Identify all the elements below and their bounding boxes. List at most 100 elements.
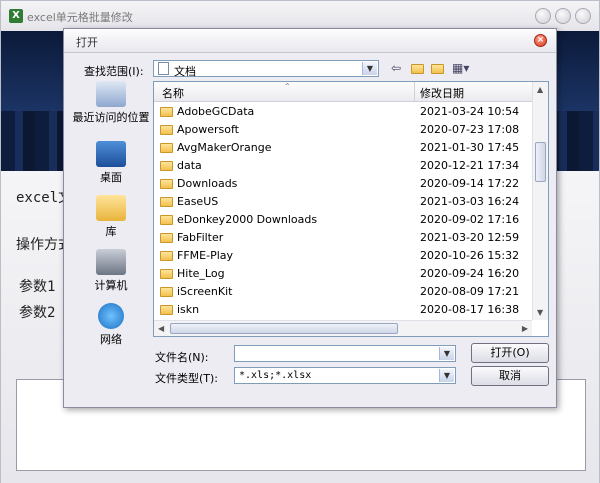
file-name-cell: iskn xyxy=(160,303,199,316)
file-name-cell: AvgMakerOrange xyxy=(160,141,272,154)
horizontal-scroll-thumb[interactable] xyxy=(170,323,398,334)
file-name-cell: EaseUS xyxy=(160,195,218,208)
file-name: AvgMakerOrange xyxy=(177,141,272,154)
file-modified: 2021-01-30 17:45 xyxy=(420,141,520,154)
filetype-dropdown-arrow[interactable]: ▼ xyxy=(439,369,454,382)
file-row[interactable]: AvgMakerOrange 2021-01-30 17:45 xyxy=(154,138,532,156)
computer-icon xyxy=(96,249,126,275)
file-modified: 2020-09-02 17:16 xyxy=(420,213,520,226)
new-folder-icon[interactable] xyxy=(431,61,444,75)
file-modified: 2021-03-24 10:54 xyxy=(420,105,520,118)
scroll-up-arrow[interactable]: ▲ xyxy=(537,85,543,94)
back-arrow-icon[interactable]: ⇦ xyxy=(391,61,401,75)
open-button[interactable]: 打开(O) xyxy=(471,343,549,363)
view-menu-icon[interactable]: ▦▾ xyxy=(452,61,469,75)
param2-label: 参数2 xyxy=(19,305,56,321)
file-row[interactable]: Apowersoft 2020-07-23 17:08 xyxy=(154,120,532,138)
file-name-cell: FFME-Play xyxy=(160,249,233,262)
filetype-select[interactable]: *.xls;*.xlsx ▼ xyxy=(234,367,456,384)
file-name-cell: iScreenKit xyxy=(160,285,232,298)
file-name: iScreenKit xyxy=(177,285,233,298)
file-name: data xyxy=(177,159,202,172)
places-bar: 最近访问的位置 桌面 库 计算机 网络 xyxy=(72,81,150,351)
place-desktop[interactable]: 桌面 xyxy=(72,141,150,185)
file-name-cell: eDonkey2000 Downloads xyxy=(160,213,317,226)
folder-icon xyxy=(160,107,173,117)
place-network-label: 网络 xyxy=(100,333,122,346)
place-library-label: 库 xyxy=(105,225,117,238)
file-modified: 2020-12-21 17:34 xyxy=(420,159,520,172)
scroll-down-arrow[interactable]: ▼ xyxy=(537,308,543,317)
file-row[interactable]: AdobeGCData 2021-03-24 10:54 xyxy=(154,102,532,120)
filetype-value: *.xls;*.xlsx xyxy=(239,370,312,381)
file-modified: 2020-09-24 16:20 xyxy=(420,267,520,280)
place-desktop-label: 桌面 xyxy=(100,171,122,184)
dialog-title: 打开 xyxy=(76,36,98,49)
look-in-value: 文档 xyxy=(174,65,196,78)
folder-icon xyxy=(160,233,173,243)
scroll-right-arrow[interactable]: ▶ xyxy=(522,324,528,333)
folder-icon xyxy=(160,287,173,297)
place-computer-label: 计算机 xyxy=(94,279,128,292)
place-recent-label: 最近访问的位置 xyxy=(72,111,150,124)
file-name: FFME-Play xyxy=(177,249,234,262)
documents-folder-icon xyxy=(158,62,169,75)
file-name-cell: AdobeGCData xyxy=(160,105,254,118)
column-header-name[interactable]: 名称 xyxy=(162,85,184,101)
folder-icon xyxy=(160,125,173,135)
file-row[interactable]: iScreenKit 2020-08-09 17:21 xyxy=(154,282,532,300)
file-row[interactable]: Hite_Log 2020-09-24 16:20 xyxy=(154,264,532,282)
network-icon xyxy=(98,303,124,329)
look-in-dropdown-arrow[interactable]: ▼ xyxy=(362,62,377,75)
file-modified: 2021-03-20 12:59 xyxy=(420,231,520,244)
file-name-cell: Hite_Log xyxy=(160,267,225,280)
vertical-scroll-thumb[interactable] xyxy=(535,142,546,182)
folder-icon xyxy=(160,161,173,171)
folder-icon xyxy=(160,143,173,153)
folder-icon xyxy=(160,215,173,225)
filename-input[interactable]: ▼ xyxy=(234,345,456,362)
open-file-dialog: 打开 × 查找范围(I): 文档 ▼ ⇦ ▦▾ 最近访问的位置 桌面 库 计算机… xyxy=(63,28,557,408)
up-folder-icon[interactable] xyxy=(411,61,424,75)
horizontal-scrollbar[interactable]: ◀ ▶ xyxy=(154,320,532,336)
file-name: iskn xyxy=(177,303,200,316)
file-row[interactable]: iskn 2020-08-17 16:38 xyxy=(154,300,532,318)
file-row[interactable]: FabFilter 2021-03-20 12:59 xyxy=(154,228,532,246)
place-computer[interactable]: 计算机 xyxy=(72,249,150,293)
file-name-cell: Downloads xyxy=(160,177,237,190)
file-row[interactable]: eDonkey2000 Downloads 2020-09-02 17:16 xyxy=(154,210,532,228)
filetype-label: 文件类型(T): xyxy=(155,372,219,385)
file-name: EaseUS xyxy=(177,195,219,208)
column-header-modified[interactable]: 修改日期 xyxy=(420,85,464,101)
param1-label: 参数1 xyxy=(19,279,56,295)
file-name: Downloads xyxy=(177,177,238,190)
dialog-close-button[interactable]: × xyxy=(534,34,547,47)
file-row[interactable]: data 2020-12-21 17:34 xyxy=(154,156,532,174)
minimize-button[interactable] xyxy=(535,8,551,24)
folder-icon xyxy=(160,305,173,315)
filename-dropdown-arrow[interactable]: ▼ xyxy=(439,347,454,360)
file-name-cell: FabFilter xyxy=(160,231,223,244)
folder-icon xyxy=(160,179,173,189)
file-name-cell: data xyxy=(160,159,202,172)
file-row[interactable]: EaseUS 2021-03-03 16:24 xyxy=(154,192,532,210)
look-in-combobox[interactable]: 文档 ▼ xyxy=(153,60,379,78)
place-recent[interactable]: 最近访问的位置 xyxy=(72,81,150,125)
file-list-header: 名称 ⌃ 修改日期 xyxy=(154,82,532,102)
main-close-button[interactable] xyxy=(575,8,591,24)
file-name: FabFilter xyxy=(177,231,224,244)
file-row[interactable]: FFME-Play 2020-10-26 15:32 xyxy=(154,246,532,264)
file-row[interactable]: Downloads 2020-09-14 17:22 xyxy=(154,174,532,192)
scroll-left-arrow[interactable]: ◀ xyxy=(158,324,164,333)
main-window-title: excel单元格批量修改 xyxy=(27,11,133,24)
recent-places-icon xyxy=(96,81,126,107)
sort-up-icon: ⌃ xyxy=(284,82,291,91)
vertical-scrollbar[interactable]: ▲ ▼ xyxy=(532,82,548,320)
place-library[interactable]: 库 xyxy=(72,195,150,239)
cancel-button[interactable]: 取消 xyxy=(471,366,549,386)
maximize-button[interactable] xyxy=(555,8,571,24)
place-network[interactable]: 网络 xyxy=(72,303,150,347)
file-list[interactable]: 名称 ⌃ 修改日期 AdobeGCData 2021-03-24 10:54 Apo… xyxy=(153,81,549,337)
file-modified: 2020-08-17 16:38 xyxy=(420,303,520,316)
file-modified: 2021-03-03 16:24 xyxy=(420,195,520,208)
